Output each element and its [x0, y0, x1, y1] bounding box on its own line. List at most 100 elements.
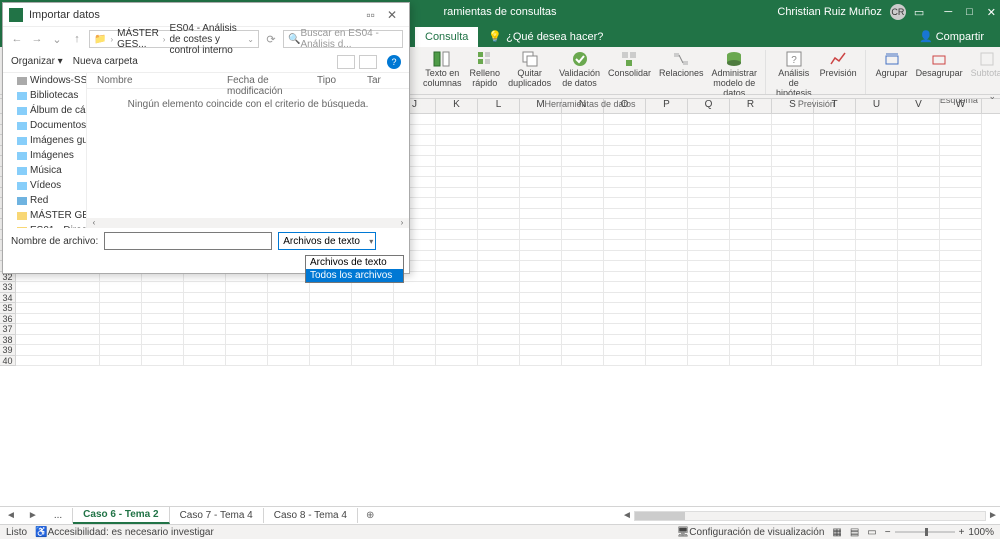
cell[interactable] [562, 345, 604, 356]
cell[interactable] [520, 167, 562, 178]
file-list-hscroll[interactable]: ‹ › [87, 218, 409, 228]
cell[interactable] [394, 282, 436, 293]
cell[interactable] [814, 156, 856, 167]
cell[interactable] [478, 209, 520, 220]
cell[interactable] [436, 156, 478, 167]
cell[interactable] [898, 135, 940, 146]
cell[interactable] [940, 125, 982, 136]
cell[interactable] [814, 114, 856, 125]
cell[interactable] [436, 167, 478, 178]
cell[interactable] [898, 219, 940, 230]
cell[interactable] [730, 272, 772, 283]
cell[interactable] [730, 125, 772, 136]
share-button[interactable]: 👤 Compartir [911, 26, 992, 47]
cell[interactable] [184, 356, 226, 367]
tree-item-red[interactable]: Red [3, 193, 86, 208]
cell[interactable] [562, 156, 604, 167]
avatar[interactable]: CR [890, 4, 906, 20]
cell[interactable] [772, 293, 814, 304]
cell[interactable] [772, 198, 814, 209]
cell[interactable] [436, 303, 478, 314]
cell[interactable] [646, 324, 688, 335]
cell[interactable] [898, 335, 940, 346]
cmd-subtotal[interactable]: Subtotal [967, 50, 1000, 79]
cell[interactable] [184, 324, 226, 335]
cell[interactable] [940, 282, 982, 293]
cell[interactable] [604, 114, 646, 125]
col-fecha[interactable]: Fecha de modificación [223, 73, 313, 88]
cell[interactable] [436, 345, 478, 356]
cell[interactable] [688, 219, 730, 230]
cell[interactable] [604, 335, 646, 346]
cell[interactable] [268, 303, 310, 314]
tree-item-imagenes[interactable]: Imágenes [3, 148, 86, 163]
cell[interactable] [436, 324, 478, 335]
column-header[interactable]: K [436, 99, 478, 113]
scroll-thumb[interactable] [635, 512, 685, 520]
cell[interactable] [856, 293, 898, 304]
cell[interactable] [478, 177, 520, 188]
cell[interactable] [436, 125, 478, 136]
cell[interactable] [856, 156, 898, 167]
cell[interactable] [142, 324, 184, 335]
cell[interactable] [646, 188, 688, 199]
cell[interactable] [646, 177, 688, 188]
row-header[interactable]: 33 [0, 282, 16, 293]
cell[interactable] [646, 345, 688, 356]
cell[interactable] [730, 230, 772, 241]
cell[interactable] [730, 335, 772, 346]
cell[interactable] [562, 219, 604, 230]
cell[interactable] [898, 251, 940, 262]
cell[interactable] [310, 314, 352, 325]
cell[interactable] [856, 240, 898, 251]
cell[interactable] [436, 272, 478, 283]
cmd-agrupar[interactable]: Agrupar [872, 50, 912, 79]
cell[interactable] [814, 240, 856, 251]
cell[interactable] [520, 356, 562, 367]
cell[interactable] [730, 167, 772, 178]
forward-icon[interactable]: → [29, 33, 45, 45]
cell[interactable] [940, 177, 982, 188]
cell[interactable] [478, 156, 520, 167]
cell[interactable] [226, 293, 268, 304]
cell[interactable] [520, 324, 562, 335]
cell[interactable] [646, 219, 688, 230]
cell[interactable] [562, 230, 604, 241]
tree-item-musica[interactable]: Música [3, 163, 86, 178]
cell[interactable] [772, 324, 814, 335]
cell[interactable] [352, 335, 394, 346]
cell[interactable] [730, 251, 772, 262]
cell[interactable] [520, 303, 562, 314]
cell[interactable] [772, 156, 814, 167]
cell[interactable] [814, 303, 856, 314]
cell[interactable] [436, 314, 478, 325]
col-tam[interactable]: Tar [363, 73, 393, 88]
cell[interactable] [856, 188, 898, 199]
scroll-track[interactable] [101, 218, 395, 228]
cell[interactable] [646, 125, 688, 136]
cell[interactable] [730, 146, 772, 157]
cell[interactable] [772, 230, 814, 241]
cell[interactable] [268, 345, 310, 356]
cell[interactable] [520, 146, 562, 157]
cell[interactable] [688, 251, 730, 262]
cell[interactable] [856, 167, 898, 178]
cell[interactable] [520, 198, 562, 209]
cell[interactable] [856, 345, 898, 356]
cell[interactable] [100, 303, 142, 314]
cell[interactable] [100, 282, 142, 293]
scroll-track[interactable] [634, 511, 986, 521]
cell[interactable] [226, 324, 268, 335]
cell[interactable] [688, 335, 730, 346]
tab-consulta[interactable]: Consulta [415, 27, 478, 47]
cell[interactable] [646, 314, 688, 325]
cell[interactable] [856, 282, 898, 293]
cell[interactable] [730, 293, 772, 304]
cell[interactable] [730, 324, 772, 335]
cell[interactable] [478, 146, 520, 157]
cmd-prevision[interactable]: Previsión [816, 50, 861, 79]
cell[interactable] [730, 303, 772, 314]
cell[interactable] [310, 303, 352, 314]
cell[interactable] [646, 198, 688, 209]
cell[interactable] [604, 345, 646, 356]
